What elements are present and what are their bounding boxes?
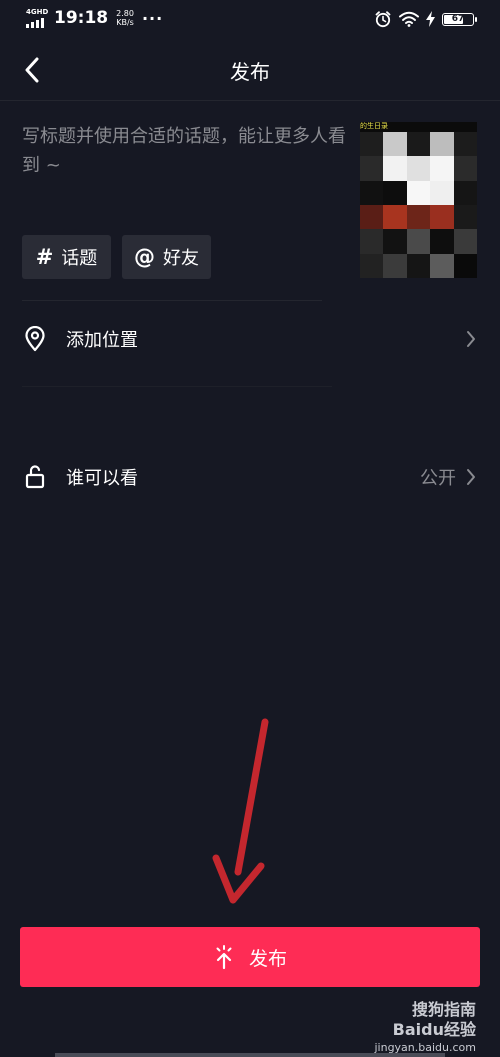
network-type: 4GHD	[26, 8, 49, 16]
add-location-row[interactable]: 添加位置	[0, 314, 500, 364]
publish-label: 发布	[248, 947, 287, 970]
battery-icon: 67	[442, 12, 477, 26]
divider	[22, 300, 322, 301]
network-speed: 2.80 KB/s	[116, 9, 134, 27]
charging-icon	[426, 11, 435, 27]
battery-level: 67	[451, 13, 465, 24]
alarm-icon	[375, 11, 391, 28]
add-location-label: 添加位置	[66, 330, 138, 351]
visibility-label: 谁可以看	[66, 468, 138, 489]
visibility-row[interactable]: 谁可以看 公开	[0, 452, 500, 502]
chevron-right-icon	[466, 467, 478, 487]
topic-label: 话题	[61, 248, 98, 269]
caption-input[interactable]: 写标题并使用合适的话题，能让更多人看到 ~	[22, 122, 352, 180]
watermark-brand: Baidu经验	[392, 1020, 476, 1039]
divider	[22, 386, 332, 387]
baidu-watermark: 搜狗指南 Baidu经验 jingyan.baidu.com	[374, 1000, 476, 1056]
mention-friend-button[interactable]: @ 好友	[122, 235, 211, 279]
at-sign-icon: @	[134, 245, 155, 269]
publish-button[interactable]: 发布	[20, 927, 480, 987]
unlock-icon	[22, 464, 48, 490]
status-time: 19:18	[54, 8, 109, 28]
hashtag-icon: #	[35, 245, 54, 269]
friend-label: 好友	[163, 248, 199, 269]
signal-icon: 4GHD	[26, 8, 48, 28]
status-bar: 4GHD 19:18 2.80 KB/s ··· 67	[0, 0, 500, 40]
location-pin-icon	[22, 326, 48, 352]
page-title: 发布	[230, 60, 270, 84]
nav-bar: 发布	[0, 40, 500, 101]
chevron-right-icon	[466, 329, 478, 349]
sparkle-up-icon	[216, 945, 232, 970]
visibility-value: 公开	[420, 468, 456, 489]
wifi-icon	[399, 11, 419, 27]
watermark-sogou: 搜狗指南	[411, 1000, 476, 1019]
thumbnail-mosaic	[360, 132, 477, 278]
thumbnail-label: 的生日录	[360, 122, 388, 130]
home-indicator	[55, 1053, 445, 1057]
topic-button[interactable]: # 话题	[22, 235, 111, 279]
video-thumbnail[interactable]: 的生日录	[360, 122, 477, 278]
more-notifications-icon: ···	[141, 8, 164, 28]
